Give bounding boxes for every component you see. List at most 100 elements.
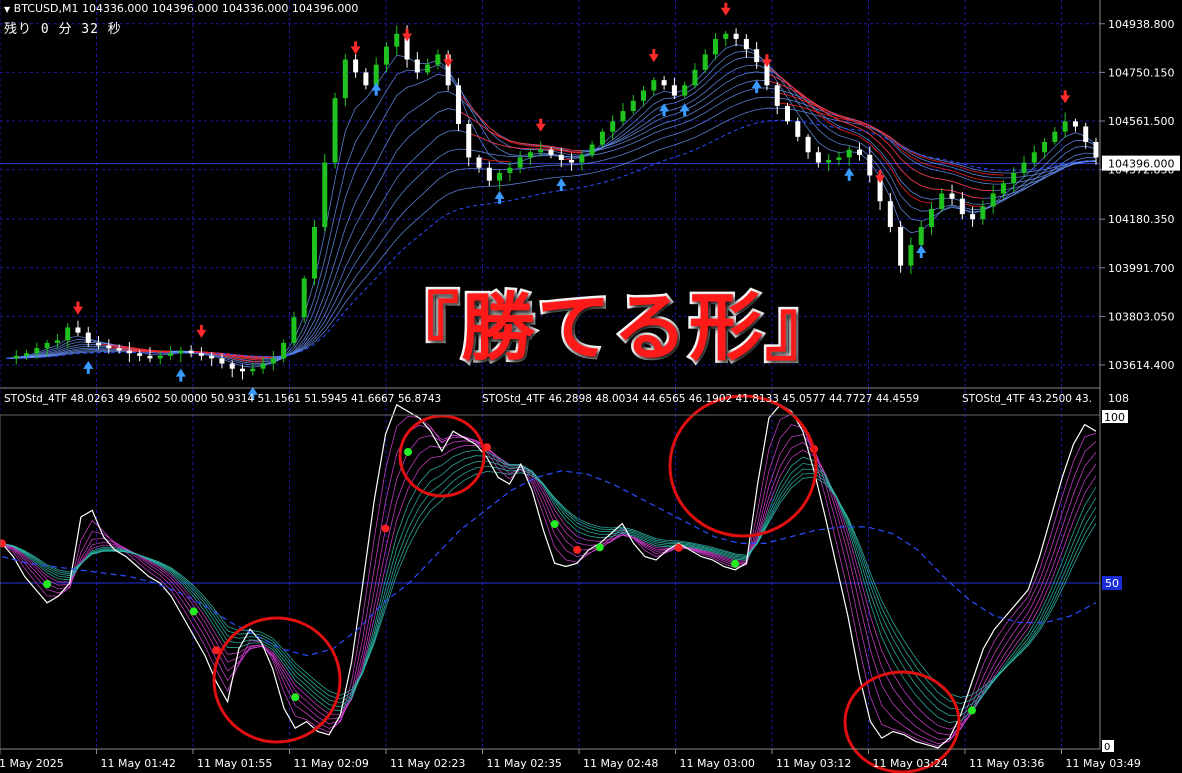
- bull-candle: [1062, 121, 1068, 132]
- current-price-label: 104396.000: [1108, 158, 1174, 171]
- bull-candle: [13, 355, 19, 359]
- buy-dot: [291, 693, 300, 702]
- time-tick-label: 11 May 01:42: [101, 757, 176, 770]
- bull-candle: [425, 64, 431, 73]
- bull-candle: [517, 157, 523, 168]
- bull-candle: [311, 226, 317, 279]
- overlay-caption: 『勝てる形』: [383, 283, 842, 374]
- bear-candle: [75, 327, 81, 333]
- bear-candle: [671, 85, 677, 96]
- price-tick-label: 103614.400: [1108, 359, 1174, 372]
- price-tick-label: 104561.500: [1108, 115, 1174, 128]
- bull-candle: [713, 38, 719, 55]
- bull-candle: [281, 342, 287, 359]
- down-arrow-icon: [443, 54, 454, 68]
- time-tick-label: 11 May 03:36: [969, 757, 1044, 770]
- bear-candle: [486, 167, 492, 181]
- bull-candle: [157, 355, 163, 359]
- bull-candle: [1052, 131, 1058, 142]
- bull-candle: [692, 69, 698, 86]
- bull-candle: [836, 157, 842, 161]
- bull-candle: [620, 111, 626, 122]
- bear-candle: [363, 72, 369, 86]
- bull-candle: [1011, 172, 1017, 184]
- down-arrow-icon: [648, 49, 659, 63]
- price-tick-label: 104938.800: [1108, 18, 1174, 31]
- level-100-label: 100: [1104, 411, 1125, 424]
- bear-candle: [815, 152, 821, 163]
- bear-candle: [898, 226, 904, 266]
- buy-dot: [404, 447, 413, 456]
- bull-candle: [168, 353, 174, 356]
- bull-candle: [846, 149, 852, 158]
- bull-candle: [507, 167, 513, 173]
- bear-candle: [754, 49, 760, 63]
- symbol-header: ▼ BTCUSD,M1 104336.000 104396.000 104336…: [4, 2, 358, 15]
- time-tick-label: 11 May 02:09: [294, 757, 369, 770]
- up-arrow-icon: [659, 103, 670, 117]
- down-arrow-icon: [350, 41, 361, 55]
- buy-dot: [189, 607, 198, 616]
- bear-candle: [209, 355, 215, 359]
- bull-candle: [702, 54, 708, 70]
- down-arrow-icon: [535, 118, 546, 132]
- bull-candle: [589, 144, 595, 155]
- time-tick-label: 11 May 03:12: [776, 757, 851, 770]
- stochastic-ribbon-line: [1, 444, 1097, 730]
- time-tick-label: 11 May 2025: [0, 757, 64, 770]
- time-tick-label: 11 May 03:24: [873, 757, 948, 770]
- bear-candle: [733, 33, 739, 39]
- bear-candle: [219, 358, 225, 364]
- scale-top-label: 108: [1108, 392, 1129, 405]
- stochastic-lines: [0, 403, 1097, 749]
- axes: 11 May 2025 11 May 01:42 11 May 01:55 11 Ma…: [0, 0, 1180, 770]
- up-arrow-icon: [371, 82, 382, 96]
- bull-candle: [682, 85, 688, 96]
- stochastic-ribbon-line: [1, 424, 1097, 745]
- bull-candle: [527, 152, 533, 158]
- bear-candle: [466, 123, 472, 158]
- down-arrow-icon: [72, 301, 83, 315]
- bull-candle: [497, 172, 503, 181]
- bull-candle: [291, 317, 297, 343]
- symbol-dropdown-icon[interactable]: ▼: [4, 5, 10, 14]
- indicator-header-2: STOStd_4TF 46.2898 48.0034 44.6565 46.19…: [482, 393, 920, 405]
- bull-candle: [178, 350, 184, 354]
- bull-candle: [250, 368, 256, 372]
- bull-candle: [918, 226, 924, 246]
- bull-candle: [65, 327, 71, 341]
- bear-candle: [476, 157, 482, 168]
- sell-dot: [381, 524, 390, 533]
- stochastic-main-line: [1, 403, 1097, 749]
- bear-candle: [805, 136, 811, 153]
- price-tick-label: 104180.350: [1108, 213, 1174, 226]
- down-arrow-icon: [720, 2, 731, 16]
- level-0-label: 0: [1104, 742, 1110, 753]
- bear-candle: [774, 85, 780, 106]
- bear-candle: [240, 368, 246, 372]
- indicator-header-3: STOStd_4TF 43.2500 43.: [962, 393, 1092, 405]
- bull-candle: [44, 342, 50, 349]
- stochastic-ribbon-line: [1, 440, 1097, 736]
- bear-candle: [147, 355, 153, 359]
- bear-candle: [1093, 141, 1099, 158]
- bear-candle: [959, 198, 965, 215]
- bull-candle: [928, 208, 934, 227]
- stochastic-ribbon-line: [1, 413, 1097, 747]
- bull-candle: [630, 100, 636, 112]
- bull-candle: [322, 162, 328, 227]
- buy-dot: [43, 580, 52, 589]
- down-arrow-icon: [402, 28, 413, 42]
- sell-dot: [573, 545, 582, 554]
- bear-candle: [856, 149, 862, 155]
- price-tick-label: 104750.150: [1108, 66, 1174, 79]
- time-tick-label: 11 May 02:48: [583, 757, 658, 770]
- bull-candle: [641, 90, 647, 101]
- time-tick-label: 11 May 02:35: [487, 757, 562, 770]
- countdown-timer: 残り 0 分 32 秒: [4, 22, 122, 37]
- bear-candle: [353, 59, 359, 73]
- bull-candle: [383, 46, 389, 65]
- time-tick-label: 11 May 03:00: [680, 757, 755, 770]
- bull-candle: [301, 278, 307, 318]
- bull-candle: [610, 121, 616, 132]
